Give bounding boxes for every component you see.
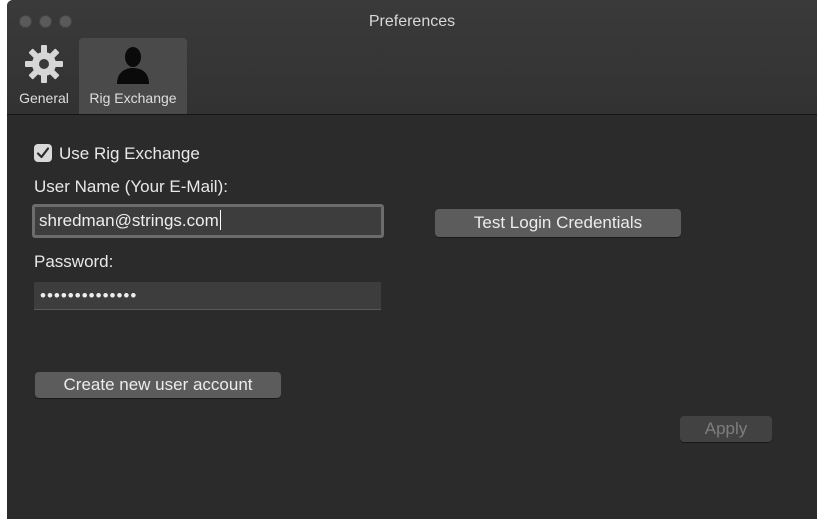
- username-value: shredman@strings.com: [39, 211, 219, 230]
- test-login-credentials-button[interactable]: Test Login Credentials: [435, 209, 681, 237]
- username-field[interactable]: shredman@strings.com: [32, 204, 384, 238]
- apply-button[interactable]: Apply: [680, 416, 772, 442]
- tab-rig-exchange-label: Rig Exchange: [89, 90, 177, 106]
- username-label: User Name (Your E-Mail):: [34, 177, 228, 196]
- window-title: Preferences: [368, 13, 456, 30]
- tab-general-label: General: [19, 90, 69, 106]
- tab-general[interactable]: General: [11, 38, 77, 114]
- gear-icon: [24, 44, 64, 87]
- tab-rig-exchange[interactable]: Rig Exchange: [79, 38, 187, 114]
- checkmark-icon: [36, 147, 50, 159]
- text-caret: [219, 210, 221, 230]
- user-silhouette-icon: [113, 44, 153, 87]
- password-field[interactable]: ••••••••••••••: [34, 282, 381, 310]
- create-user-account-button[interactable]: Create new user account: [35, 372, 281, 398]
- use-rig-exchange-checkbox[interactable]: [34, 144, 52, 162]
- use-rig-exchange-label[interactable]: Use Rig Exchange: [59, 144, 200, 164]
- password-label: Password:: [34, 252, 114, 271]
- preferences-window: Preferences General Rig Exchange Use Rig…: [7, 0, 817, 519]
- window-toolbar: Preferences General Rig Exchange: [7, 0, 817, 115]
